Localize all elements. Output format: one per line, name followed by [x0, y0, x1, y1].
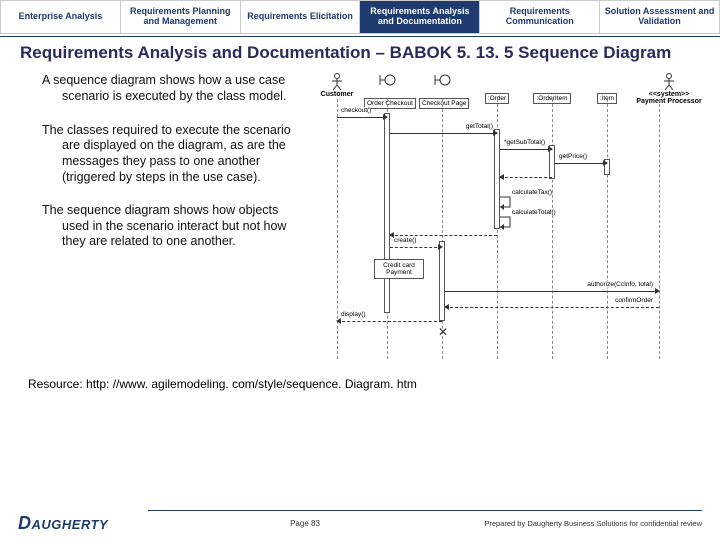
tab-bar: Enterprise Analysis Requirements Plannin… — [0, 0, 720, 34]
message-self: calculateTax() — [500, 191, 540, 201]
paragraph: A sequence diagram shows how a use case … — [28, 73, 308, 104]
lifeline-item: :Item — [584, 73, 630, 105]
diagram-note: Credit card Payment — [374, 259, 424, 279]
boundary-icon — [433, 73, 451, 87]
lifeline-orderitem: :OrderItem — [529, 73, 575, 105]
lifeline-order-checkout: Order Checkout — [364, 73, 410, 110]
paragraph: The classes required to execute the scen… — [28, 123, 308, 186]
text-column: A sequence diagram shows how a use case … — [28, 73, 308, 373]
tab-enterprise-analysis[interactable]: Enterprise Analysis — [0, 0, 120, 34]
message-return: confirmOrder — [445, 299, 659, 309]
actor-icon: Customer — [314, 73, 360, 98]
footer: DAUGHERTY Page 83 Prepared by Daugherty … — [0, 510, 720, 534]
tab-req-elicitation[interactable]: Requirements Elicitation — [240, 0, 360, 34]
destroy-icon: ✕ — [438, 325, 448, 339]
message-return — [500, 169, 552, 179]
message-return — [390, 227, 497, 237]
lifeline-order: :Order — [474, 73, 520, 105]
tab-solution-assessment[interactable]: Solution Assessment and Validation — [599, 0, 720, 34]
lifeline-payment-processor: <<system>> Payment Processor — [634, 73, 704, 105]
slide-content: A sequence diagram shows how a use case … — [0, 65, 720, 373]
logo: DAUGHERTY — [18, 513, 148, 534]
lifeline-label: Order Checkout — [364, 98, 416, 109]
confidential-note: Prepared by Daugherty Business Solutions… — [462, 519, 702, 528]
tab-req-analysis[interactable]: Requirements Analysis and Documentation — [359, 0, 479, 34]
lifeline-label: Customer — [314, 91, 360, 98]
message: getPrice() — [555, 155, 607, 165]
slide-title: Requirements Analysis and Documentation … — [0, 37, 720, 65]
actor-icon: <<system>> Payment Processor — [634, 73, 704, 105]
lifeline-label: Checkout Page — [419, 98, 469, 109]
lifeline-label: <<system>> Payment Processor — [634, 91, 704, 105]
message-self: calculateTotal() — [500, 211, 550, 221]
lifeline-customer: Customer — [314, 73, 360, 98]
page-number: Page 83 — [148, 519, 462, 528]
tab-req-communication[interactable]: Requirements Communication — [479, 0, 599, 34]
tab-req-planning[interactable]: Requirements Planning and Management — [120, 0, 240, 34]
message: create() — [390, 239, 442, 249]
message: *getSubTotal() — [500, 141, 552, 151]
resource-link: Resource: http: //www. agilemodeling. co… — [0, 373, 720, 391]
sequence-diagram: Customer Order Checkout Checkout Page :O… — [314, 73, 704, 373]
boundary-icon — [378, 73, 396, 87]
paragraph: The sequence diagram shows how objects u… — [28, 203, 308, 250]
message: display() — [337, 313, 442, 323]
message: authorize(CcInfo, total) — [445, 283, 659, 293]
message: checkout() — [337, 109, 387, 119]
lifeline-checkout-page: Checkout Page — [419, 73, 465, 110]
message: getTotal() — [390, 125, 497, 135]
